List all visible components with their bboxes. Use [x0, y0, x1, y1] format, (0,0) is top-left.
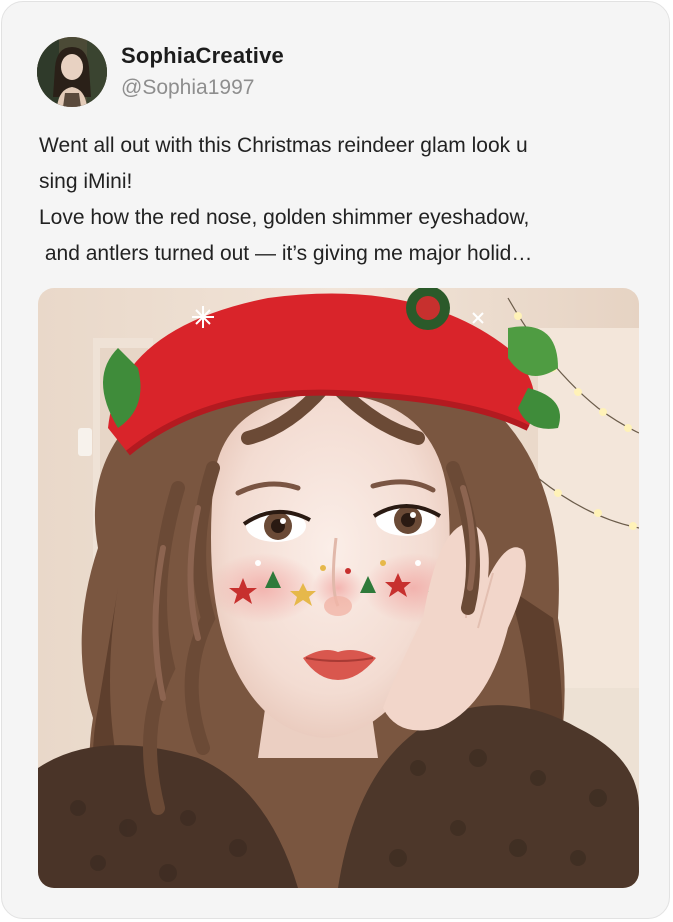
avatar[interactable]	[37, 37, 107, 107]
author-name[interactable]: SophiaCreative	[121, 43, 284, 69]
post-photo[interactable]	[38, 288, 639, 888]
author-handle[interactable]: @Sophia1997	[121, 76, 254, 100]
post-text-line: sing iMini!	[39, 170, 133, 193]
post-text-line: Love how the red nose, golden shimmer ey…	[39, 206, 530, 229]
post-body: Went all out with this Christmas reindee…	[39, 128, 649, 272]
avatar-image	[37, 37, 107, 107]
post-text-line: and antlers turned out — it’s giving me …	[39, 242, 533, 265]
post-text-line: Went all out with this Christmas reindee…	[39, 134, 528, 157]
post-card: SophiaCreative @Sophia1997 Went all out …	[1, 1, 670, 919]
selfie-photo-illustration	[38, 288, 639, 888]
